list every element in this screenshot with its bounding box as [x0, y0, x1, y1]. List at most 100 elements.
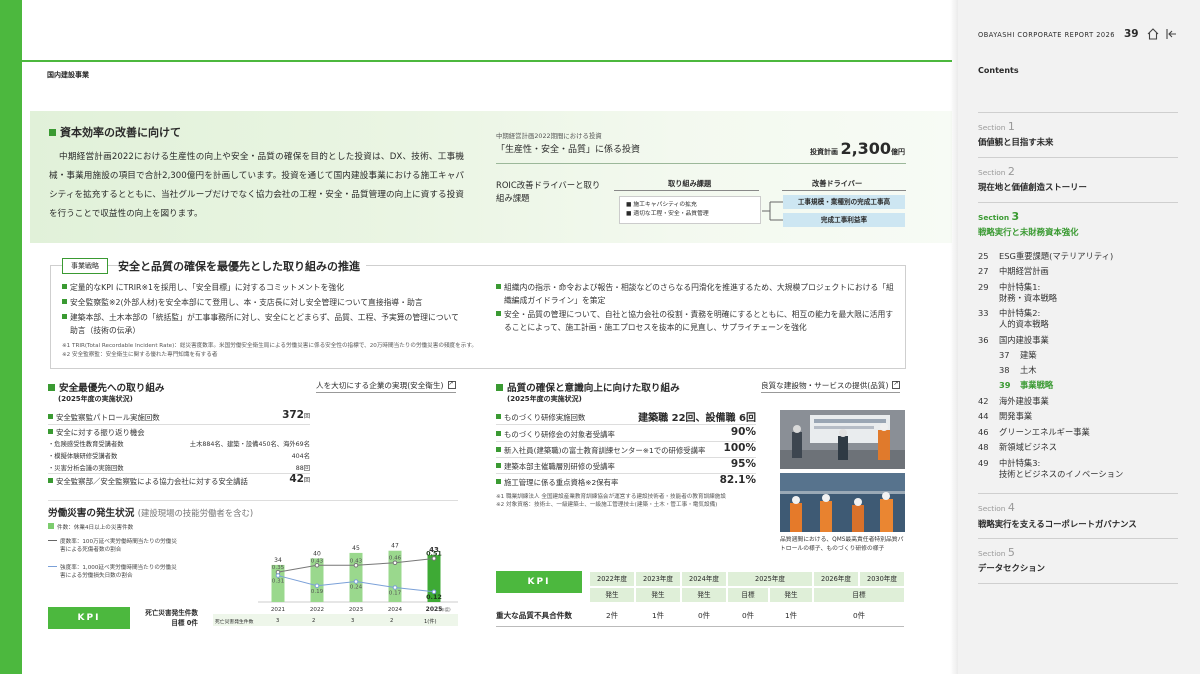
toc-item[interactable]: 29 中計特集1: [978, 282, 1040, 293]
accident-title: 労働災害の発生状況 (建設現場の技能労働者を含む) [48, 508, 254, 519]
divider [978, 538, 1178, 539]
section-link-1[interactable]: Section 1 [978, 120, 1015, 133]
bullet-square [496, 384, 503, 391]
driver-box: 完成工事利益率 [783, 213, 905, 227]
quality-row-value: 90% [730, 426, 756, 438]
toc-item[interactable]: 42 海外建設事業 [978, 396, 1049, 407]
severity-point [275, 573, 281, 578]
table-subheader: 発生 [682, 588, 726, 602]
fatal-label: 死亡災害発生件数 [215, 620, 254, 625]
section-title-2[interactable]: 現在地と価値創造ストーリー [978, 181, 1087, 193]
quality-subtitle: (2025年度の実施状況) [507, 395, 582, 403]
investment-plan: 投資計画 2,300億円 [810, 139, 906, 158]
bullet-square [49, 129, 56, 136]
frequency-label: 0.46 [389, 556, 402, 562]
section-title-5[interactable]: データセクション [978, 562, 1045, 574]
severity-point [314, 583, 320, 589]
section-link-4[interactable]: Section 4 [978, 501, 1015, 514]
external-link-icon [892, 380, 901, 389]
roic-title: ROIC改善ドライバーと取り組み課題 [496, 180, 601, 203]
strategy-bullet: 安全・品質の管理について、自社と協力会社の役割・責務を明確にするとともに、相互の… [496, 308, 896, 334]
left-accent-bar [0, 0, 22, 674]
divider [978, 157, 1178, 158]
toc-item[interactable]: 27 中期経営計画 [978, 266, 1049, 277]
toc-item[interactable]: 37 建築 [999, 350, 1037, 361]
legend-count: 件数：休業4日以上の災害件数 [48, 523, 208, 532]
divider [496, 626, 904, 627]
home-icon[interactable] [1146, 27, 1160, 41]
frequency-label: 0.43 [311, 558, 324, 564]
quality-link[interactable]: 良質な建設物・サービスの提供(品質) [761, 380, 901, 393]
severity-label: 0.17 [389, 590, 402, 596]
section-link-2[interactable]: Section 2 [978, 165, 1015, 178]
chart-x-tick: 2023 [349, 607, 364, 613]
severity-label: 0.31 [272, 579, 285, 585]
quality-notes: ※1 職業訓練法人 全国建設産業教育訓練協会が運営する建設技術者・技能者の教育訓… [496, 494, 726, 509]
table-subheader: 発生 [590, 588, 634, 602]
patrol-photo [780, 410, 905, 469]
safety-row-value: 372回 [282, 409, 310, 421]
fatal-value: 3 [276, 618, 280, 624]
safety-link[interactable]: 人を大切にする企業の実現(安全衛生) [316, 380, 456, 393]
chart-bar-label: 45 [352, 545, 360, 552]
strategy-notes: ※1 TRIR(Total Recordable Incident Rate)：… [62, 343, 477, 358]
severity-point [353, 579, 359, 584]
table-header: 2022年度 [590, 572, 634, 586]
quality-row-label: ものづくり研修会の対象者受講率 [496, 429, 615, 440]
safety-subrow-label: ・模擬体験研修受講者数 [48, 453, 118, 460]
divider [978, 493, 1178, 494]
quality-row-value: 82.1% [719, 474, 756, 486]
table-cell: 0件 [697, 611, 711, 620]
divider [978, 112, 1178, 113]
table-row-label: 重大な品質不具合件数 [496, 611, 572, 620]
fatal-value: 1(件) [424, 619, 437, 625]
divider [496, 163, 906, 164]
section-link-3[interactable]: Section 3 [978, 210, 1019, 223]
toc-item[interactable]: 技術とビジネスのイノベーション [978, 469, 1123, 480]
table-header: 2023年度 [636, 572, 680, 586]
back-icon[interactable] [1164, 27, 1178, 41]
legend-frequency: 度数率：100万延べ実労働時間当たりの労働災害による死傷者数の割合 [48, 538, 178, 554]
section-link-5[interactable]: Section 5 [978, 546, 1015, 559]
section-title-4[interactable]: 戦略実行を支えるコーポレートガバナンス [978, 518, 1137, 530]
toc-item[interactable]: 人的資本戦略 [978, 319, 1049, 330]
fatal-value: 3 [351, 618, 355, 624]
table-cell: 1件 [651, 611, 665, 620]
divider [978, 583, 1178, 584]
investment-plan-value: 2,300 [840, 139, 892, 158]
toc-item[interactable]: 財務・資本戦略 [978, 293, 1057, 304]
table-subheader: 目標 [814, 588, 904, 602]
table-header: 2030年度 [860, 572, 904, 586]
quality-row-label: 施工管理に係る重点資格※2保有率 [496, 477, 618, 488]
toc-item[interactable]: 46 グリーンエネルギー事業 [978, 427, 1090, 438]
toc-item[interactable]: 44 開発事業 [978, 411, 1032, 422]
toc-item[interactable]: 38 土木 [999, 365, 1037, 376]
safety-subrow-label: ・災害分析会議の実施回数 [48, 465, 124, 472]
investment-title: 資本効率の改善に向けて [49, 124, 181, 140]
chart-bar-label: 47 [391, 543, 399, 550]
legend-severity: 強度率：1,000延べ実労働時間当たりの労働災害による労働損失日数の割合 [48, 564, 178, 580]
toc-item-active[interactable]: 39 事業戦略 [999, 380, 1053, 391]
table-subheader: 発生 [636, 588, 680, 602]
chart-bar-label: 34 [274, 557, 282, 564]
toc-item[interactable]: 49 中計特集3: [978, 458, 1040, 469]
severity-label: 0.24 [350, 585, 363, 591]
severity-point [392, 585, 398, 590]
quality-row-label: 新入社員(建築職)の富士教育訓練センター※1での研修受講率 [496, 445, 705, 456]
toc-item[interactable]: 25 ESG重要課題(マテリアリティ) [978, 251, 1113, 262]
toc-item[interactable]: 33 中計特集2: [978, 308, 1040, 319]
section-title-1[interactable]: 価値観と目指す未来 [978, 136, 1053, 148]
safety-row-label: 安全監察部／安全監察監による協力会社に対する安全講話 [48, 476, 248, 487]
toc-item[interactable]: 36 国内建設事業 [978, 335, 1049, 346]
quality-row-value: 95% [730, 458, 756, 470]
table-header: 2026年度 [814, 572, 858, 586]
table-cell: 0件 [741, 611, 755, 620]
table-cell: 0件 [852, 611, 866, 620]
divider [48, 500, 458, 501]
section-title-3[interactable]: 戦略実行と未財務資本強化 [978, 226, 1079, 238]
chart-x-tick: 2024 [388, 607, 403, 613]
strategy-tag: 事業戦略 [62, 258, 108, 274]
toc-item[interactable]: 48 新領域ビジネス [978, 442, 1057, 453]
safety-subrow-value: 88回 [295, 465, 310, 472]
training-photo [780, 473, 905, 532]
